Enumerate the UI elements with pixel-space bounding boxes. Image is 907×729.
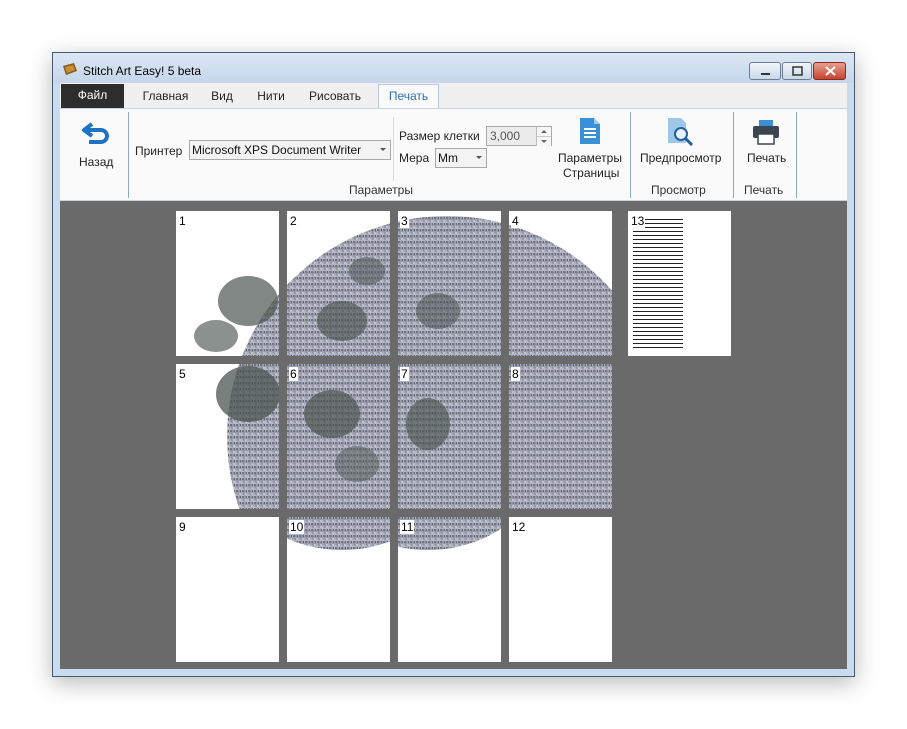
page-thumbnail[interactable]: 7 — [398, 364, 501, 509]
moon-image-fragment — [398, 364, 501, 509]
page-settings-label-2: Страницы — [563, 166, 620, 180]
page-thumbnail[interactable]: 9 — [176, 517, 279, 662]
printer-label: Принтер — [135, 144, 183, 158]
moon-image-fragment — [398, 517, 501, 550]
maximize-button[interactable] — [782, 62, 812, 80]
page-settings-icon — [580, 118, 600, 144]
print-label: Печать — [747, 151, 787, 165]
thread-legend-lines — [633, 216, 683, 349]
chevron-down-icon — [476, 156, 482, 159]
page-number: 11 — [400, 520, 415, 534]
ribbon-separator — [393, 117, 394, 181]
page-number: 6 — [289, 367, 298, 381]
printer-icon — [753, 120, 779, 145]
page-number: 8 — [511, 367, 520, 381]
page-number: 4 — [511, 214, 520, 228]
spin-down-button[interactable] — [536, 136, 551, 146]
moon-image-fragment — [509, 224, 612, 356]
unit-value: Mm — [438, 151, 458, 165]
client-area: Файл Главная Вид Нити Рисовать Печать На… — [60, 83, 847, 669]
page-thumbnail[interactable]: 3 — [398, 211, 501, 356]
page-number: 2 — [289, 214, 298, 228]
page-thumbnail[interactable]: 8 — [509, 364, 612, 509]
tab-file[interactable]: Файл — [61, 84, 124, 108]
page-thumbnail[interactable]: 13 — [628, 211, 731, 356]
tab-home[interactable]: Главная — [138, 85, 193, 108]
page-settings-label-1: Параметры — [558, 151, 622, 165]
cell-size-label: Размер клетки — [399, 129, 480, 143]
close-icon — [825, 66, 836, 76]
page-number: 13 — [630, 214, 646, 228]
page-thumbnail[interactable]: 1 — [176, 211, 279, 356]
group-label-preview: Просмотр — [651, 183, 706, 197]
close-button[interactable] — [813, 62, 846, 80]
tab-print[interactable]: Печать — [378, 84, 439, 108]
title-bar[interactable]: Stitch Art Easy! 5 beta — [53, 53, 854, 83]
minimize-icon — [761, 73, 770, 75]
tab-view[interactable]: Вид — [206, 85, 238, 108]
page-number: 12 — [511, 520, 527, 534]
page-thumbnail[interactable]: 2 — [287, 211, 390, 356]
ribbon-separator — [733, 112, 734, 198]
unit-select[interactable]: Mm — [435, 148, 487, 168]
preview-button[interactable]: Предпросмотр — [638, 115, 728, 175]
ribbon-separator — [630, 112, 631, 198]
page-number: 10 — [289, 520, 305, 534]
tab-draw[interactable]: Рисовать — [305, 85, 365, 108]
ribbon-separator — [128, 112, 129, 198]
page-thumbnail[interactable]: 11 — [398, 517, 501, 662]
page-number: 3 — [400, 214, 409, 228]
ribbon-panel: Назад Принтер Microsoft XPS Document Wri… — [60, 108, 847, 201]
cell-size-spinner[interactable]: 3,000 — [486, 126, 552, 146]
page-thumbnail[interactable]: 6 — [287, 364, 390, 509]
moon-image-fragment — [287, 223, 390, 356]
ribbon-tabs: Файл Главная Вид Нити Рисовать Печать — [60, 83, 847, 108]
moon-image-fragment — [509, 364, 612, 509]
tab-threads[interactable]: Нити — [252, 85, 290, 108]
page-thumbnail[interactable]: 12 — [509, 517, 612, 662]
page-number: 9 — [178, 520, 187, 534]
back-label: Назад — [79, 155, 114, 169]
moon-image-fragment — [216, 364, 279, 509]
moon-image-fragment — [287, 517, 390, 550]
page-settings-button[interactable]: Параметры Страницы — [556, 115, 626, 181]
page-number: 5 — [178, 367, 187, 381]
spin-up-button[interactable] — [536, 127, 551, 136]
page-number: 1 — [178, 214, 187, 228]
moon-image-fragment — [398, 216, 501, 356]
back-button[interactable]: Назад — [70, 111, 124, 181]
preview-label: Предпросмотр — [640, 151, 722, 165]
app-icon — [63, 63, 77, 75]
back-arrow-icon — [82, 122, 109, 144]
printer-value: Microsoft XPS Document Writer — [192, 143, 362, 157]
group-label-print: Печать — [744, 183, 784, 197]
app-window: Stitch Art Easy! 5 beta Файл Главная Вид… — [52, 52, 855, 677]
page-thumbnail[interactable]: 10 — [287, 517, 390, 662]
print-button[interactable]: Печать — [740, 115, 796, 175]
ribbon-separator — [796, 112, 797, 198]
chevron-down-icon — [380, 148, 386, 151]
printer-select[interactable]: Microsoft XPS Document Writer — [189, 140, 391, 160]
page-number: 7 — [400, 367, 409, 381]
minimize-button[interactable] — [749, 62, 781, 80]
moon-image-fragment — [176, 517, 279, 662]
cell-size-value: 3,000 — [490, 129, 521, 143]
page-thumbnail[interactable]: 5 — [176, 364, 279, 509]
maximize-icon — [792, 66, 803, 76]
unit-label: Мера — [399, 151, 430, 165]
window-title: Stitch Art Easy! 5 beta — [83, 64, 202, 78]
print-preview-area[interactable]: 1 2 3 4 13 5 6 7 8 9 10 11 12 — [60, 201, 847, 669]
moon-image-fragment — [287, 364, 390, 509]
moon-image-fragment — [194, 276, 279, 356]
preview-magnifier-icon — [668, 118, 694, 147]
group-label-params: Параметры — [349, 183, 413, 197]
page-thumbnail[interactable]: 4 — [509, 211, 612, 356]
